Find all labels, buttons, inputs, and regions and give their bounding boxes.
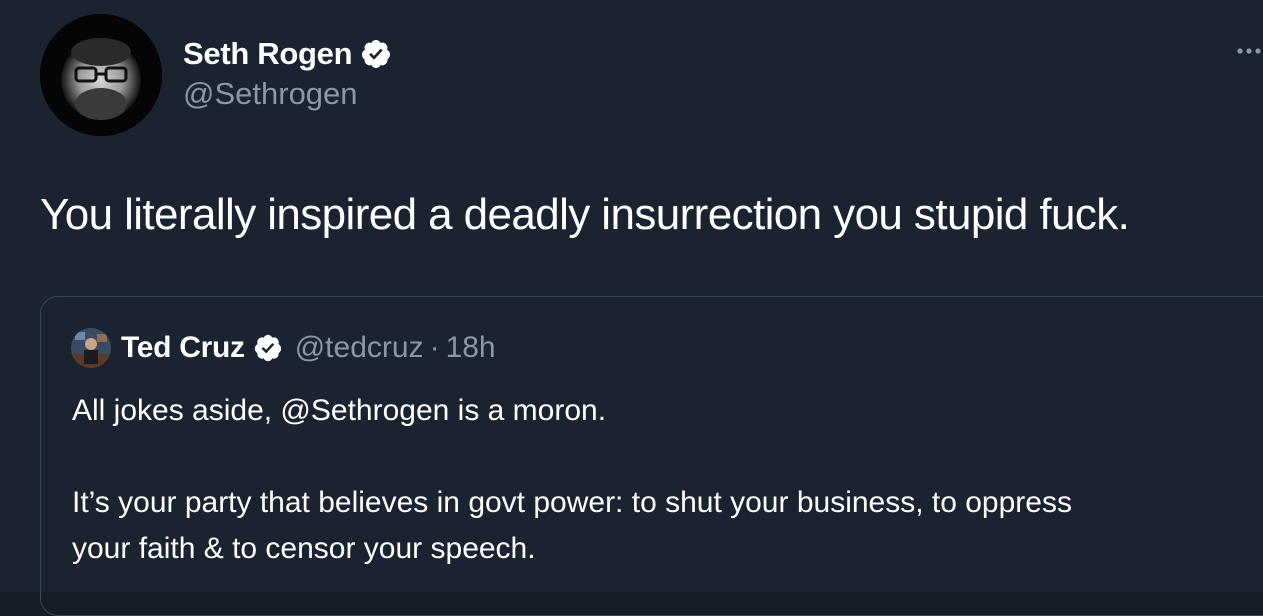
quoted-tweet-timestamp[interactable]: 18h	[446, 331, 496, 365]
more-options-icon[interactable]	[1234, 44, 1263, 58]
quoted-tweet-line-1: All jokes aside, @Sethrogen is a moron.	[72, 394, 607, 427]
verified-badge-icon	[360, 38, 392, 70]
author-avatar[interactable]	[40, 14, 162, 136]
meta-separator: ·	[429, 331, 440, 364]
quoted-author-display-name[interactable]: Ted Cruz	[121, 331, 245, 365]
quoted-author-row: Ted Cruz @tedcruz · 18h	[121, 328, 496, 368]
tweet[interactable]: Seth Rogen @Sethrogen You literally insp…	[0, 0, 1263, 616]
tweet-text: You literally inspired a deadly insurrec…	[40, 190, 1130, 239]
author-name-row: Seth Rogen	[183, 34, 392, 74]
quoted-author-avatar[interactable]	[71, 328, 111, 368]
author-display-name[interactable]: Seth Rogen	[183, 36, 353, 72]
quoted-author-handle[interactable]: @tedcruz	[295, 331, 424, 365]
verified-badge-icon	[253, 333, 283, 363]
quoted-tweet-line-3: your faith & to censor your speech.	[72, 532, 536, 565]
author-handle[interactable]: @Sethrogen	[183, 76, 358, 112]
quoted-tweet-line-2: It’s your party that believes in govt po…	[72, 486, 1072, 519]
